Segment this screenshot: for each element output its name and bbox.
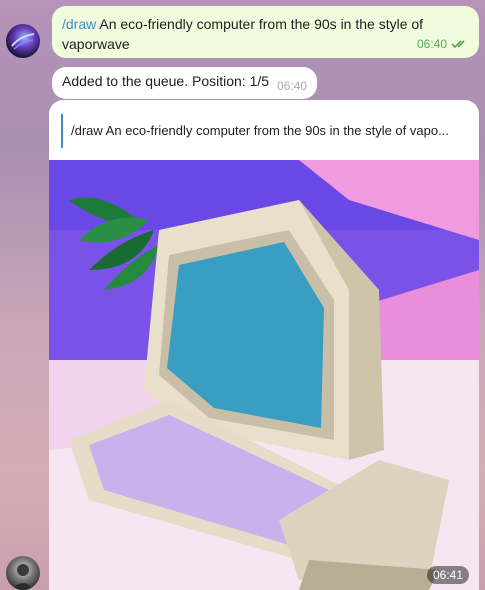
user-avatar[interactable] xyxy=(6,556,40,590)
queue-time: 06:40 xyxy=(277,79,308,93)
reply-quote[interactable]: /draw An eco-friendly computer from the … xyxy=(61,114,469,148)
queue-message-text: Added to the queue. Position: 1/5 xyxy=(62,73,270,89)
outgoing-time: 06:40 xyxy=(416,37,447,51)
reply-text: /draw An eco-friendly computer from the … xyxy=(71,123,449,138)
photo-time: 06:41 xyxy=(426,566,469,584)
queue-message[interactable]: Added to the queue. Position: 1/5 06:40 xyxy=(52,67,318,99)
message-meta: 06:40 xyxy=(417,34,469,54)
photo-message[interactable]: /draw An eco-friendly computer from the … xyxy=(49,100,479,590)
command-link[interactable]: /draw xyxy=(62,16,96,32)
generated-image[interactable] xyxy=(49,160,479,590)
bot-avatar[interactable] xyxy=(6,24,40,58)
double-check-icon xyxy=(451,40,465,49)
outgoing-message-text: An eco-friendly computer from the 90s in… xyxy=(62,16,424,52)
outgoing-message[interactable]: /draw An eco-friendly computer from the … xyxy=(52,6,479,58)
